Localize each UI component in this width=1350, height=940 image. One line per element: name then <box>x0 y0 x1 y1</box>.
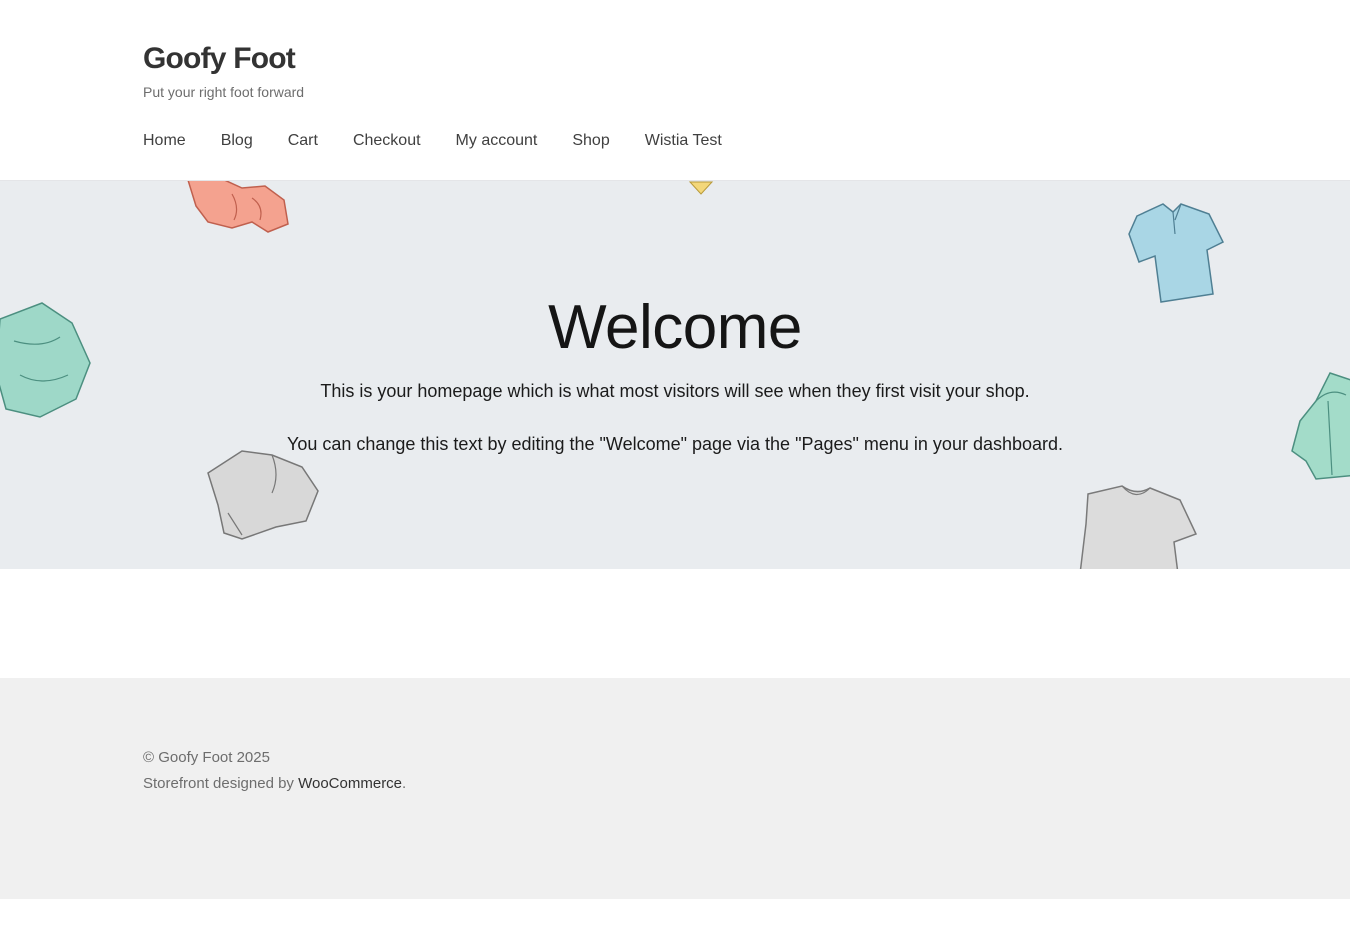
content-area <box>0 569 1350 678</box>
hero-banner: Welcome This is your homepage which is w… <box>0 181 1350 569</box>
nav-item-wistia-test[interactable]: Wistia Test <box>645 130 722 152</box>
nav-item-checkout[interactable]: Checkout <box>353 130 421 152</box>
footer-credit: Storefront designed by WooCommerce. <box>143 773 406 795</box>
primary-navigation: Home Blog Cart Checkout My account Shop … <box>143 130 722 152</box>
site-title[interactable]: Goofy Foot <box>143 42 296 76</box>
woocommerce-link[interactable]: WooCommerce <box>298 775 402 792</box>
site-header: Goofy Foot Put your right foot forward H… <box>0 0 1350 181</box>
nav-item-home[interactable]: Home <box>143 130 186 152</box>
coral-shirt-illustration <box>187 181 289 233</box>
yellow-item-illustration <box>688 181 714 195</box>
nav-item-shop[interactable]: Shop <box>572 130 609 152</box>
nav-item-cart[interactable]: Cart <box>288 130 318 152</box>
nav-item-blog[interactable]: Blog <box>221 130 253 152</box>
site-tagline: Put your right foot forward <box>143 84 305 100</box>
hero-instruction-text: You can change this text by editing the … <box>286 434 1064 454</box>
nav-item-my-account[interactable]: My account <box>456 130 538 152</box>
footer-credit-suffix: . <box>402 775 407 792</box>
grey-tshirt-illustration <box>1079 485 1198 569</box>
footer-credit-prefix: Storefront designed by <box>143 775 299 792</box>
hero-intro-text: This is your homepage which is what most… <box>320 381 1030 401</box>
footer-copyright: © Goofy Foot 2025 <box>143 749 270 766</box>
hero-title: Welcome <box>548 293 802 362</box>
blue-polo-illustration <box>1128 203 1225 303</box>
grey-hoodie-illustration <box>207 450 319 540</box>
site-footer: © Goofy Foot 2025 Storefront designed by… <box>0 678 1350 899</box>
